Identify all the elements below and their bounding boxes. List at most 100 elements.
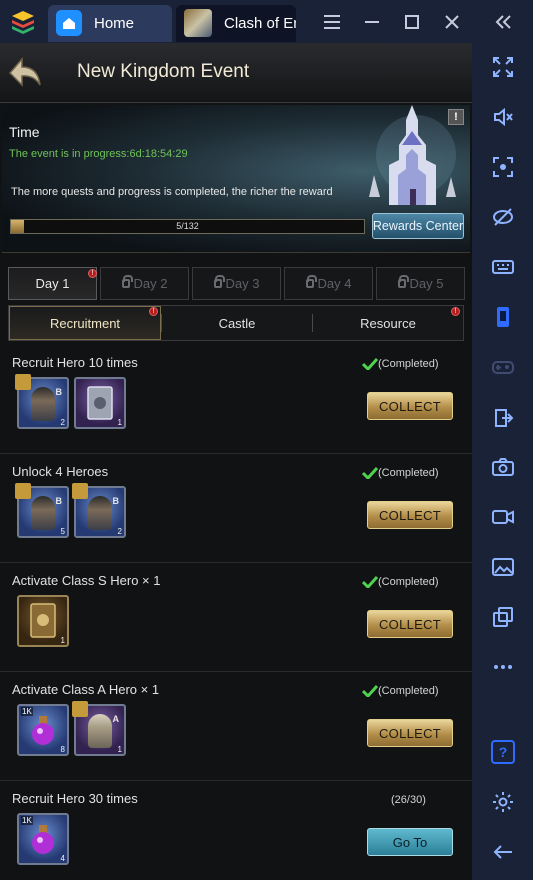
more-icon[interactable] [472, 649, 533, 685]
svg-text:?: ? [498, 744, 507, 760]
checkmark-icon [362, 685, 378, 697]
item-count: 1 [117, 418, 122, 427]
hero-fragment-item[interactable]: B 5 [15, 483, 69, 538]
hero-fragment-item[interactable]: B 2 [72, 483, 126, 538]
screenshot-area-icon[interactable] [472, 149, 533, 185]
category-tabs: Recruitment Castle Resource ! ! [8, 305, 464, 341]
time-label: Time [9, 124, 40, 140]
quest-title: Recruit Hero 10 times [12, 355, 138, 370]
item-grade: B [55, 387, 63, 397]
tab-day-4-label: Day 4 [317, 276, 352, 291]
recruit-card-item[interactable]: 1 [74, 377, 126, 429]
fullscreen-icon[interactable] [472, 49, 533, 85]
tab-recruitment[interactable]: Recruitment [9, 306, 161, 340]
quest-progress: (26/30) [391, 794, 426, 806]
install-apk-icon[interactable] [472, 399, 533, 435]
phone-icon[interactable] [472, 299, 533, 335]
progress-label: 5/132 [176, 221, 199, 231]
quest-status: (Completed) [378, 358, 439, 370]
reward-description: The more quests and progress is complete… [11, 186, 333, 198]
hero-portrait-icon [88, 714, 112, 748]
notification-dot: ! [149, 307, 158, 316]
hero-fragment-item[interactable]: B 2 [15, 374, 69, 429]
tab-day-3[interactable]: Day 3 [192, 267, 281, 300]
potion-item[interactable]: 1K 4 [17, 813, 69, 865]
event-countdown: The event is in progress:6d:18:54:29 [9, 148, 188, 160]
page-title: New Kingdom Event [77, 61, 250, 82]
item-grade: B [55, 496, 63, 506]
checkmark-icon [362, 576, 378, 588]
close-icon[interactable] [432, 0, 472, 43]
event-progress-bar: 5/132 [10, 219, 365, 234]
quest-row: Activate Class A Hero × 1 (Completed) 1K… [0, 673, 472, 781]
tab-game[interactable]: Clash of Em [176, 4, 296, 42]
camera-icon[interactable] [472, 449, 533, 485]
day-tabs: Day 1 ! Day 2 Day 3 Day 4 Day 5 [8, 267, 465, 300]
tab-day-5[interactable]: Day 5 [376, 267, 465, 300]
quest-title: Activate Class A Hero × 1 [12, 682, 160, 697]
collect-button[interactable]: COLLECT [367, 610, 453, 638]
event-header: New Kingdom Event [0, 43, 472, 103]
game-screen: New Kingdom Event ! Time The event is in… [0, 43, 472, 880]
item-count: 4 [60, 854, 65, 863]
hero-portrait-icon [88, 496, 112, 530]
maximize-icon[interactable] [392, 0, 432, 43]
lock-icon [121, 275, 133, 288]
tab-recruitment-label: Recruitment [49, 315, 121, 331]
tab-day-1[interactable]: Day 1 [8, 267, 97, 300]
potion-item[interactable]: 1K 8 [17, 704, 69, 756]
tab-castle[interactable]: Castle [161, 306, 313, 340]
lock-icon [397, 275, 409, 288]
tab-castle-label: Castle [218, 315, 256, 331]
settings-icon[interactable] [472, 784, 533, 820]
item-count: 1 [117, 745, 122, 754]
puzzle-piece-icon [15, 374, 31, 390]
tab-day-1-label: Day 1 [35, 276, 70, 291]
tab-day-5-label: Day 5 [409, 276, 444, 291]
tab-resource[interactable]: Resource [312, 306, 464, 340]
gamepad-icon[interactable] [472, 349, 533, 385]
collect-button[interactable]: COLLECT [367, 501, 453, 529]
tab-day-2[interactable]: Day 2 [100, 267, 189, 300]
collect-button[interactable]: COLLECT [367, 719, 453, 747]
eye-off-icon[interactable] [472, 199, 533, 235]
tab-home-label: Home [94, 14, 135, 32]
tab-day-4[interactable]: Day 4 [284, 267, 373, 300]
minimize-icon[interactable] [352, 0, 392, 43]
menu-icon[interactable] [312, 0, 352, 43]
tab-home[interactable]: Home [48, 4, 172, 42]
puzzle-piece-icon [15, 483, 31, 499]
hero-fragment-item[interactable]: A 1 [72, 701, 126, 756]
window-controls [312, 0, 533, 43]
hero-portrait-icon [31, 496, 55, 530]
notification-dot: ! [451, 307, 460, 316]
record-icon[interactable] [472, 499, 533, 535]
collect-button[interactable]: COLLECT [367, 392, 453, 420]
emulator-sidebar: ? [472, 0, 533, 880]
back-arrow-icon[interactable] [6, 51, 44, 99]
quest-title: Unlock 4 Heroes [12, 464, 109, 479]
bluestacks-logo-icon[interactable] [0, 0, 46, 43]
quest-status: (Completed) [378, 467, 439, 479]
item-grade: A [112, 714, 120, 724]
info-icon[interactable]: ! [448, 109, 464, 125]
tab-game-label: Clash of Em [224, 14, 296, 32]
rewards-center-button[interactable]: Rewards Center [372, 213, 464, 239]
tab-resource-label: Resource [360, 315, 416, 331]
gold-card-item[interactable]: 1 [17, 595, 69, 647]
checkmark-icon [362, 358, 378, 370]
item-tag: 1K [21, 816, 33, 825]
item-count: 8 [60, 745, 65, 754]
go-to-button[interactable]: Go To [367, 828, 453, 856]
keyboard-icon[interactable] [472, 249, 533, 285]
mute-icon[interactable] [472, 99, 533, 135]
collapse-icon[interactable] [472, 0, 533, 43]
back-icon[interactable] [472, 834, 533, 870]
quest-title: Activate Class S Hero × 1 [12, 573, 161, 588]
multi-instance-icon[interactable] [472, 599, 533, 635]
gallery-icon[interactable] [472, 549, 533, 585]
item-grade: B [112, 496, 120, 506]
home-icon [56, 10, 82, 36]
checkmark-icon [362, 467, 378, 479]
help-icon[interactable]: ? [472, 734, 533, 770]
